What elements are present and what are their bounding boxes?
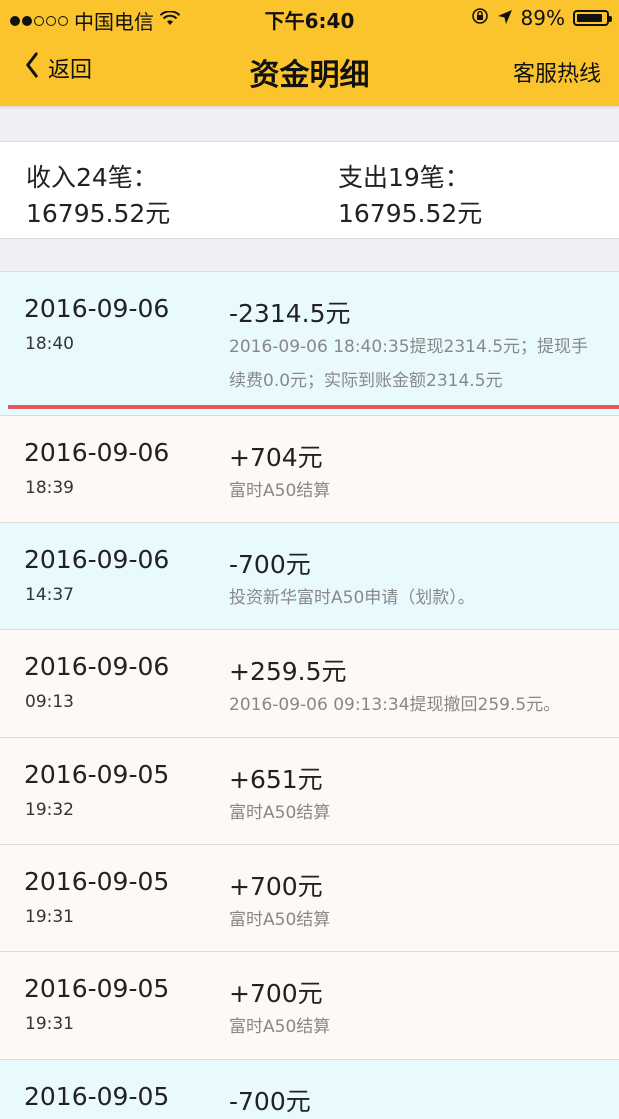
transaction-amount: -700元 [229, 1087, 311, 1116]
transaction-row[interactable]: 2016-09-06 18:40 -2314.5元 2016-09-06 18:… [0, 271, 619, 415]
transaction-description: 2016-09-06 09:13:34提现撤回259.5元。 [229, 695, 561, 715]
transaction-time: 19:31 [25, 1014, 74, 1034]
transaction-date: 2016-09-06 [24, 294, 170, 323]
transaction-description: 富时A50结算 [229, 803, 331, 823]
expense-total-amount: 16795.52元 [338, 199, 483, 228]
transaction-time: 19:31 [25, 907, 74, 927]
transaction-amount: +259.5元 [229, 657, 347, 686]
transaction-time: 19:32 [25, 800, 74, 820]
transaction-amount: +651元 [229, 765, 323, 794]
location-arrow-icon [497, 6, 513, 30]
transaction-row[interactable]: 2016-09-05 19:31 +700元 富时A50结算 [0, 844, 619, 951]
transaction-description: 2016-09-06 18:40:35提现2314.5元；提现手续费0.0元；实… [229, 337, 589, 391]
income-total-amount: 16795.52元 [26, 199, 171, 228]
transaction-time: 18:39 [25, 478, 74, 498]
transaction-row[interactable]: 2016-09-05 19:32 +651元 富时A50结算 [0, 737, 619, 844]
transaction-time: 09:13 [25, 692, 74, 712]
customer-service-hotline-button[interactable]: 客服热线 [513, 56, 601, 88]
transaction-amount: +700元 [229, 872, 323, 901]
transaction-date: 2016-09-05 [24, 974, 170, 1003]
transaction-description: 投资新华富时A50申请（划款）。 [229, 588, 475, 608]
transaction-date: 2016-09-05 [24, 867, 170, 896]
status-right: 89% [471, 6, 612, 30]
transaction-description: 富时A50结算 [229, 910, 331, 930]
transaction-row[interactable]: 2016-09-06 14:37 -700元 投资新华富时A50申请（划款）。 [0, 522, 619, 629]
transaction-amount: +700元 [229, 979, 323, 1008]
expense-summary: 支出19笔： 16795.52元 [338, 160, 482, 232]
battery-percent: 89% [520, 6, 565, 30]
income-count-label: 收入24笔： [26, 163, 158, 192]
transaction-row[interactable]: 2016-09-06 09:13 +259.5元 2016-09-06 09:1… [0, 629, 619, 737]
transaction-description: 富时A50结算 [229, 1017, 331, 1037]
expense-count-label: 支出19笔： [338, 163, 470, 192]
battery-fill [577, 14, 602, 22]
transaction-row[interactable]: 2016-09-06 18:39 +704元 富时A50结算 [0, 415, 619, 522]
transaction-date: 2016-09-05 [24, 760, 170, 789]
transaction-time: 18:40 [25, 334, 74, 354]
transaction-amount: -700元 [229, 550, 311, 579]
selected-row-indicator [8, 405, 619, 409]
transaction-row[interactable]: 2016-09-05 19:31 +700元 富时A50结算 [0, 951, 619, 1059]
battery-icon [573, 10, 612, 26]
transaction-date: 2016-09-05 [24, 1082, 170, 1111]
transaction-time: 14:37 [25, 585, 74, 605]
navigation-header: 中国电信 下午6:40 89% 返回 资金明细 客服热线 [0, 0, 619, 106]
transaction-description: 富时A50结算 [229, 481, 331, 501]
income-summary: 收入24笔： 16795.52元 [26, 160, 170, 232]
transaction-amount: +704元 [229, 443, 323, 472]
transaction-date: 2016-09-06 [24, 652, 170, 681]
transaction-date: 2016-09-06 [24, 545, 170, 574]
rotation-lock-icon [471, 6, 489, 30]
transaction-list: 2016-09-06 18:40 -2314.5元 2016-09-06 18:… [0, 271, 619, 1119]
transaction-amount: -2314.5元 [229, 299, 351, 328]
transaction-row[interactable]: 2016-09-05 -700元 [0, 1059, 619, 1119]
status-bar: 中国电信 下午6:40 89% [0, 0, 619, 36]
transaction-date: 2016-09-06 [24, 438, 170, 467]
summary-panel: 收入24笔： 16795.52元 支出19笔： 16795.52元 [0, 141, 619, 239]
